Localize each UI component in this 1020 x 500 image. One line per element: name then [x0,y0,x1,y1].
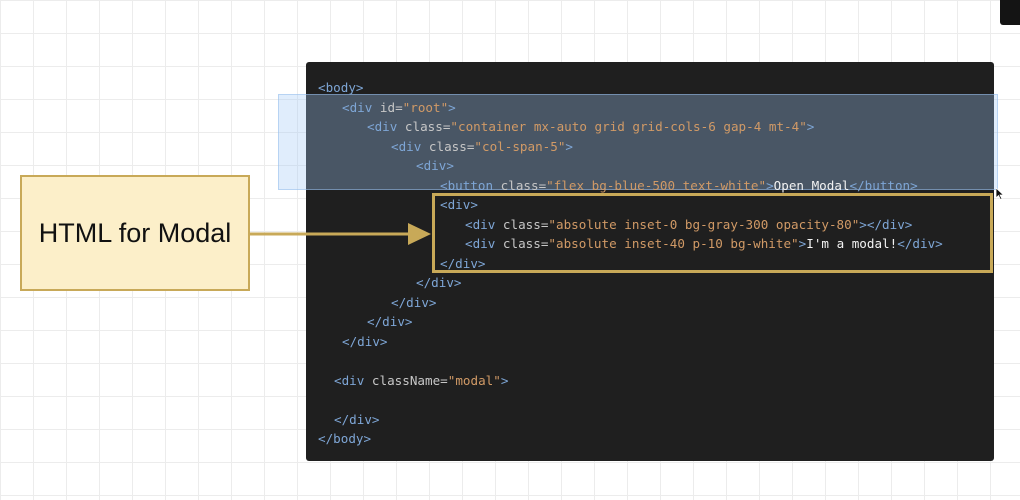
code-line: </div> [367,312,413,332]
code-token: "flex bg-blue-500 text-white" [546,177,767,193]
code-token: "root" [402,99,449,115]
code-line: </div> [334,410,380,430]
code-token: > [766,177,774,193]
code-token: <button [440,177,501,193]
code-line: <div id="root"> [342,98,456,118]
code-line: <div class="container mx-auto grid grid-… [367,117,814,137]
code-token: <div [342,99,380,115]
corner-tab[interactable] [1000,0,1020,25]
code-line: </body> [318,429,371,449]
code-line: <div className="modal"> [334,371,508,391]
code-token: > [806,119,815,134]
mouse-cursor-icon [996,188,1005,200]
code-token: </div> [334,411,380,427]
code-token: <div [334,372,372,388]
code-line: </div> [391,293,437,313]
code-token: "modal" [447,372,501,388]
code-token: > [565,138,574,154]
code-token: "container mx-auto grid grid-cols-6 gap-… [450,119,807,134]
code-token: </div> [416,275,462,290]
code-token: <div> [416,158,454,173]
code-token: </div> [342,333,388,349]
code-token: class= [404,119,451,134]
code-line: </div> [342,332,388,352]
code-token: <div [367,119,405,134]
code-token: </div> [367,314,413,329]
code-token: className= [371,372,448,388]
code-line: <div> [416,156,454,176]
modal-html-highlight [432,193,993,273]
code-line: <body> [318,78,364,98]
label-box: HTML for Modal [20,175,250,291]
code-token: <body> [318,80,364,95]
code-token: </div> [391,294,437,310]
code-token: class= [500,177,547,193]
code-token: id= [379,99,403,115]
label-text: HTML for Modal [38,217,232,248]
code-line: </div> [416,273,462,293]
code-token: Open Modal [773,177,850,193]
code-token: > [500,372,509,388]
code-line: <div class="col-span-5"> [391,137,573,157]
code-token: <div [391,138,429,154]
code-token: </body> [318,431,372,446]
arrow-right-icon [250,223,431,245]
code-token: </button> [849,177,918,193]
code-token: class= [428,138,475,154]
code-token: > [448,99,456,115]
code-token: "col-span-5" [474,138,566,154]
